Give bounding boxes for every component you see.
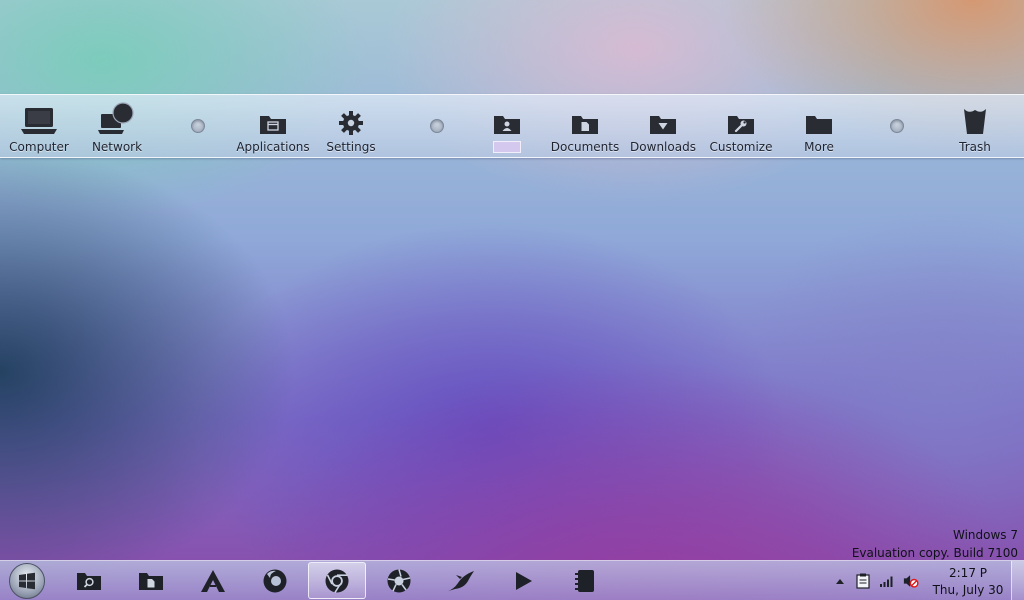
search-folder-icon (77, 572, 101, 590)
dock-separator (890, 119, 904, 133)
media-play-icon (516, 571, 532, 590)
os-watermark: Windows 7 Evaluation copy. Build 7100 (852, 526, 1018, 562)
top-dock: Computer Network Applications Settings D… (0, 94, 1024, 158)
taskbar-firefox[interactable] (246, 562, 304, 599)
trash-icon (955, 102, 995, 136)
dock-item-downloads[interactable]: Downloads (621, 95, 705, 157)
adobe-acrobat-icon (201, 569, 225, 592)
gear-icon (331, 102, 371, 136)
network-tray-icon[interactable] (879, 573, 895, 589)
dock-label: Trash (959, 140, 991, 154)
dock-label: Computer (9, 140, 69, 154)
taskbar-documents[interactable] (122, 562, 180, 599)
taskbar-chrome[interactable] (308, 562, 366, 599)
user-folder-label (493, 141, 521, 153)
taskbar-aperture[interactable] (370, 562, 428, 599)
dock-item-computer[interactable]: Computer (0, 95, 81, 157)
network-icon (97, 102, 137, 136)
taskbar-search-folder[interactable] (60, 562, 118, 599)
start-button[interactable] (9, 563, 45, 599)
dock-item-applications[interactable]: Applications (231, 95, 315, 157)
show-desktop-button[interactable] (1011, 561, 1024, 600)
bird-icon (448, 570, 474, 591)
downloads-folder-icon (643, 102, 683, 136)
dock-separator (430, 119, 444, 133)
clipboard-tray-icon[interactable] (855, 573, 871, 589)
customize-folder-icon (721, 102, 761, 136)
clipboard-icon (856, 573, 870, 589)
dock-label: Settings (326, 140, 376, 154)
dock-item-documents[interactable]: Documents (543, 95, 627, 157)
volume-tray-icon[interactable] (903, 573, 919, 589)
taskbar-media-player[interactable] (494, 562, 552, 599)
aperture-icon (387, 568, 411, 592)
dock-item-customize[interactable]: Customize (699, 95, 783, 157)
taskbar-bird-app[interactable] (432, 562, 490, 599)
applications-folder-icon (253, 102, 293, 136)
system-clock[interactable]: 2:17 P Thu, July 30 (932, 565, 1004, 599)
dock-separator (191, 119, 205, 133)
dock-item-settings[interactable]: Settings (309, 95, 393, 157)
dock-label: Customize (709, 140, 773, 154)
laptop-icon (19, 102, 59, 136)
clock-date: Thu, July 30 (932, 583, 1004, 597)
dock-item-more[interactable]: More (777, 95, 861, 157)
firefox-icon (263, 569, 287, 592)
show-hidden-icons-arrow[interactable] (832, 573, 848, 589)
dock-label: Applications (236, 140, 310, 154)
dock-label: Downloads (630, 140, 696, 154)
watermark-os-name: Windows 7 (952, 528, 1018, 542)
dock-item-user-folder[interactable] (465, 95, 549, 157)
dock-label: Documents (550, 140, 620, 154)
taskbar-acrobat[interactable] (184, 562, 242, 599)
taskbar: 2:17 P Thu, July 30 (0, 560, 1024, 600)
dock-item-trash[interactable]: Trash (933, 95, 1017, 157)
folder-icon (799, 102, 839, 136)
clock-time: 2:17 P (949, 566, 987, 580)
volume-muted-icon (903, 575, 919, 588)
chevron-up-icon (836, 579, 844, 584)
chrome-icon (325, 569, 349, 593)
taskbar-notebook[interactable] (556, 562, 614, 599)
windows-logo-icon (19, 572, 35, 590)
dock-item-network[interactable]: Network (75, 95, 159, 157)
notebook-icon (575, 569, 594, 592)
documents-folder-icon (139, 572, 163, 590)
dock-label: More (804, 140, 834, 154)
network-signal-icon (880, 576, 893, 587)
user-folder-icon (487, 102, 527, 136)
documents-folder-icon (565, 102, 605, 136)
dock-label: Network (91, 140, 143, 154)
